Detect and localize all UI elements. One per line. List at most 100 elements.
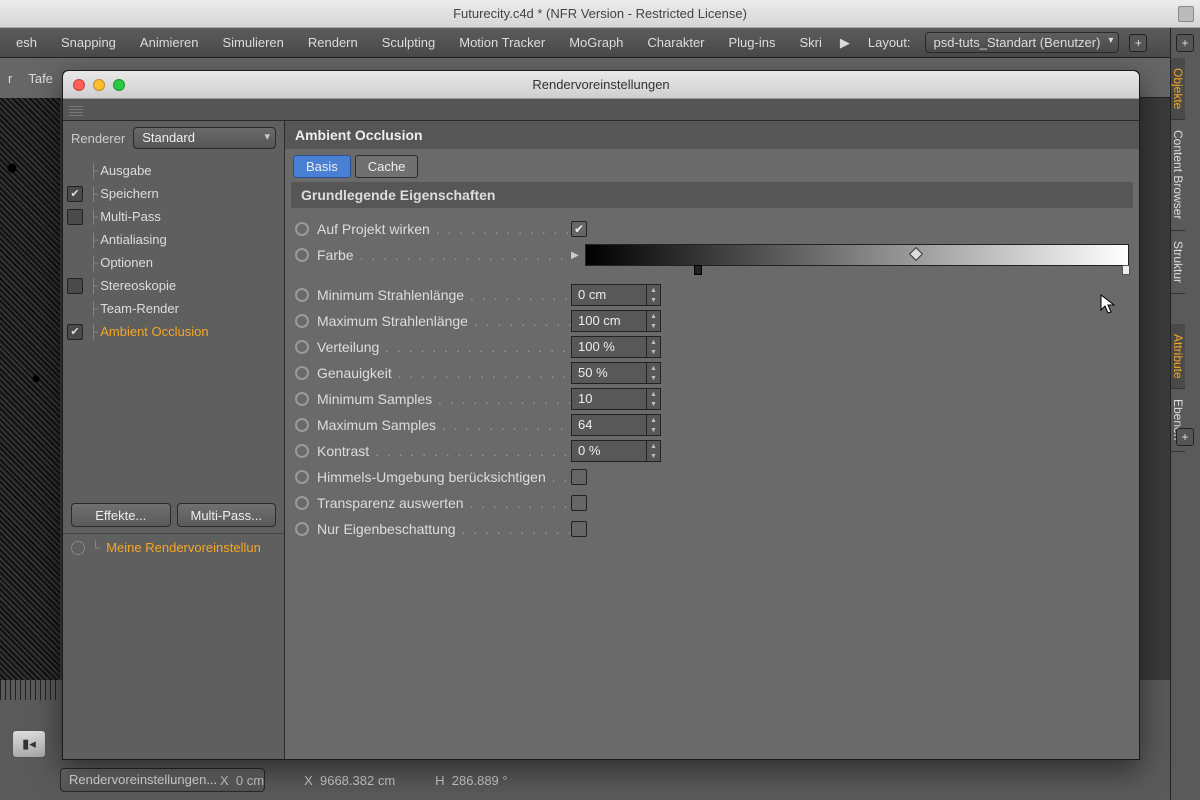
document-title: Futurecity.c4d * (NFR Version - Restrict…	[453, 6, 747, 21]
apply-label: Auf Projekt wirken	[317, 221, 571, 237]
contrast-field[interactable]: 0 %▲▼	[571, 440, 661, 462]
anim-dot-icon[interactable]	[295, 222, 309, 236]
tree-checkbox[interactable]: ✔	[67, 324, 83, 340]
apply-checkbox[interactable]: ✔	[571, 221, 587, 237]
left-tab-strip: r Tafe	[0, 58, 70, 98]
maximize-button[interactable]	[1178, 6, 1194, 22]
tree-item-label: Ausgabe	[100, 163, 151, 178]
renderer-label: Renderer	[71, 131, 125, 146]
anim-dot-icon[interactable]	[295, 392, 309, 406]
tab-cache[interactable]: Cache	[355, 155, 419, 178]
sky-label: Himmels-Umgebung berücksichtigen	[317, 469, 571, 485]
layout-dropdown[interactable]: psd-tuts_Standart (Benutzer)	[925, 32, 1120, 53]
tab-basis[interactable]: Basis	[293, 155, 351, 178]
tab-attribute[interactable]: Attribute	[1171, 324, 1185, 390]
max-samples-label: Maximum Samples	[317, 417, 571, 433]
tab-content-browser[interactable]: Content Browser	[1171, 120, 1185, 230]
self-shadow-label: Nur Eigenbeschattung	[317, 521, 571, 537]
min-samples-label: Minimum Samples	[317, 391, 571, 407]
tree-item-label: Optionen	[100, 255, 153, 270]
menu-charakter[interactable]: Charakter	[637, 35, 714, 50]
left-tab-2[interactable]: Tafe	[20, 71, 61, 86]
add-layout-button[interactable]: +	[1129, 34, 1147, 52]
menu-skript[interactable]: Skri	[789, 35, 831, 50]
menu-snapping[interactable]: Snapping	[51, 35, 126, 50]
left-tab-1[interactable]: r	[0, 71, 20, 86]
tree-item-speichern[interactable]: ✔├Speichern	[63, 182, 284, 205]
dialog-sidebar: Renderer Standard ├Ausgabe✔├Speichern├Mu…	[63, 121, 285, 759]
min-ray-field[interactable]: 0 cm▲▼	[571, 284, 661, 306]
tree-checkbox[interactable]: ✔	[67, 186, 83, 202]
gradient-midpoint-handle[interactable]	[909, 247, 923, 261]
expand-icon[interactable]: ▶	[571, 250, 579, 261]
effects-button[interactable]: Effekte...	[71, 503, 171, 527]
tree-checkbox[interactable]	[67, 278, 83, 294]
tab-objekte[interactable]: Objekte	[1171, 58, 1185, 120]
anim-dot-icon[interactable]	[295, 340, 309, 354]
anim-dot-icon[interactable]	[295, 248, 309, 262]
tree-item-optionen[interactable]: ├Optionen	[63, 251, 284, 274]
anim-dot-icon[interactable]	[295, 314, 309, 328]
properties-list: Auf Projekt wirken ✔ Farbe ▶ Minimum Str	[285, 214, 1139, 552]
tree-item-multi-pass[interactable]: ├Multi-Pass	[63, 205, 284, 228]
gradient-stop-right[interactable]	[1122, 265, 1130, 275]
menu-animieren[interactable]: Animieren	[130, 35, 209, 50]
tree-item-antialiasing[interactable]: ├Antialiasing	[63, 228, 284, 251]
anim-dot-icon[interactable]	[295, 522, 309, 536]
tree-checkbox[interactable]	[67, 209, 83, 225]
dock-add-button-2[interactable]: +	[1176, 428, 1194, 446]
tree-item-team-render[interactable]: ├Team-Render	[63, 297, 284, 320]
dock-add-button[interactable]: +	[1176, 34, 1194, 52]
sky-checkbox[interactable]	[571, 469, 587, 485]
tree-item-label: Ambient Occlusion	[100, 324, 208, 339]
anim-dot-icon[interactable]	[295, 366, 309, 380]
min-samples-field[interactable]: 10▲▼	[571, 388, 661, 410]
anim-dot-icon[interactable]	[295, 418, 309, 432]
timeline-ruler	[0, 680, 60, 700]
tree-item-ambient-occlusion[interactable]: ✔├Ambient Occlusion	[63, 320, 284, 343]
anim-dot-icon[interactable]	[295, 444, 309, 458]
gradient-stop-left[interactable]	[694, 265, 702, 275]
layout-label: Layout:	[858, 35, 921, 50]
contrast-label: Kontrast	[317, 443, 571, 459]
subtab-bar: Basis Cache	[285, 149, 1139, 180]
menu-mograph[interactable]: MoGraph	[559, 35, 633, 50]
dialog-titlebar[interactable]: Rendervoreinstellungen	[63, 71, 1139, 99]
coord-x2: X 9668.382 cm	[304, 773, 395, 788]
tree-item-ausgabe[interactable]: ├Ausgabe	[63, 159, 284, 182]
accuracy-field[interactable]: 50 %▲▼	[571, 362, 661, 384]
grip-icon[interactable]	[69, 104, 83, 116]
preset-row[interactable]: └ Meine Rendervoreinstellun	[63, 533, 284, 561]
tree-item-label: Multi-Pass	[100, 209, 161, 224]
menu-mesh[interactable]: esh	[6, 35, 47, 50]
dispersion-field[interactable]: 100 %▲▼	[571, 336, 661, 358]
menu-simulieren[interactable]: Simulieren	[212, 35, 293, 50]
anim-dot-icon[interactable]	[295, 288, 309, 302]
anim-dot-icon[interactable]	[295, 470, 309, 484]
menu-sculpting[interactable]: Sculpting	[372, 35, 445, 50]
multipass-button[interactable]: Multi-Pass...	[177, 503, 277, 527]
dialog-content: Ambient Occlusion Basis Cache Grundlegen…	[285, 121, 1139, 759]
transparency-label: Transparenz auswerten	[317, 495, 571, 511]
renderer-dropdown[interactable]: Standard	[133, 127, 276, 149]
max-ray-field[interactable]: 100 cm▲▼	[571, 310, 661, 332]
transparency-checkbox[interactable]	[571, 495, 587, 511]
layout-value: psd-tuts_Standart (Benutzer)	[934, 35, 1101, 50]
main-menu-bar: esh Snapping Animieren Simulieren Render…	[0, 28, 1200, 58]
tab-struktur[interactable]: Struktur	[1171, 231, 1185, 294]
color-gradient[interactable]	[585, 244, 1129, 266]
section-title: Ambient Occlusion	[285, 121, 1139, 149]
tree-item-stereoskopie[interactable]: ├Stereoskopie	[63, 274, 284, 297]
menu-overflow-icon[interactable]: ▶	[836, 35, 854, 51]
max-samples-field[interactable]: 64▲▼	[571, 414, 661, 436]
color-label: Farbe	[317, 247, 571, 263]
rewind-button[interactable]: ▮◂	[12, 730, 46, 758]
menu-plugins[interactable]: Plug-ins	[719, 35, 786, 50]
self-shadow-checkbox[interactable]	[571, 521, 587, 537]
menu-rendern[interactable]: Rendern	[298, 35, 368, 50]
settings-tree: ├Ausgabe✔├Speichern├Multi-Pass├Antialias…	[63, 155, 284, 347]
menu-motion-tracker[interactable]: Motion Tracker	[449, 35, 555, 50]
properties-heading: Grundlegende Eigenschaften	[291, 182, 1133, 208]
anim-dot-icon[interactable]	[295, 496, 309, 510]
preset-label: Meine Rendervoreinstellun	[106, 540, 261, 555]
